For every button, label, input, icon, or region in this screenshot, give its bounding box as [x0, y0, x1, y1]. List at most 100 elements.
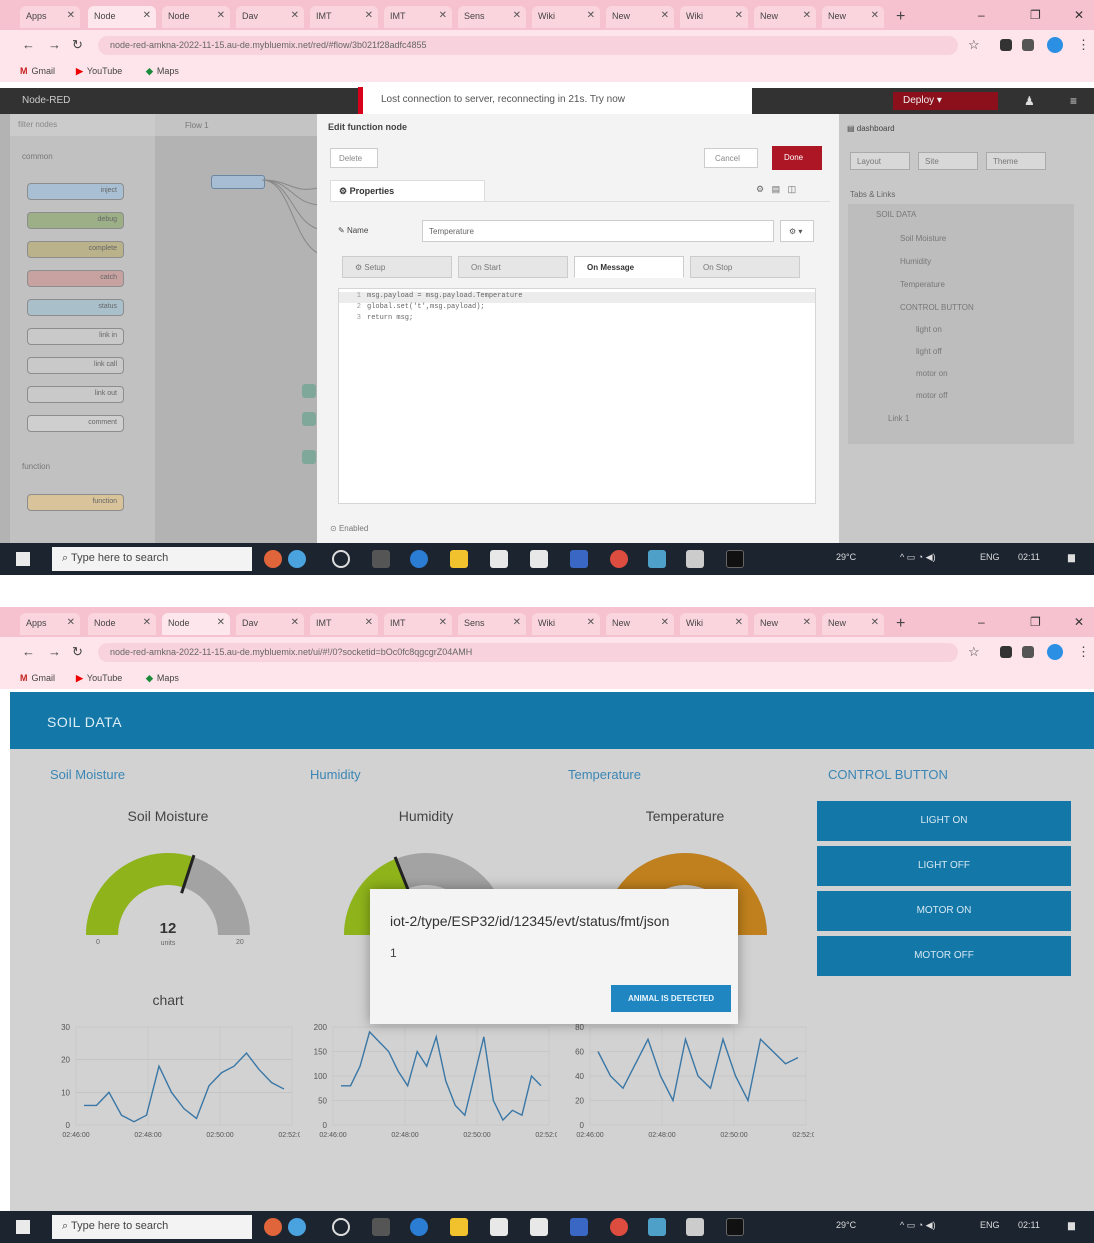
browser-tab[interactable]: New ✕	[822, 6, 884, 28]
close-icon[interactable]: ✕	[291, 10, 299, 21]
maximize-button[interactable]: ❐	[1030, 8, 1041, 22]
tab-layout[interactable]: Layout	[850, 152, 910, 170]
close-icon[interactable]: ✕	[661, 617, 669, 628]
weather-widget-icon[interactable]	[264, 550, 282, 568]
browser-tab[interactable]: IMT ✕	[384, 6, 452, 28]
sidepanel-icon[interactable]	[1022, 646, 1034, 658]
mail-icon[interactable]	[530, 1218, 548, 1236]
browser-tab[interactable]: IMT ✕	[384, 613, 452, 635]
tray-tab-icons[interactable]: ⚙ ▤ ◫	[756, 184, 796, 195]
avatar[interactable]	[1047, 644, 1063, 660]
palette-node-link-call[interactable]: link call	[27, 357, 124, 374]
bookmark-youtube[interactable]: ▶ YouTube	[76, 673, 122, 684]
palette-node-status[interactable]: status	[27, 299, 124, 316]
back-icon[interactable]: ←	[22, 644, 35, 659]
close-icon[interactable]: ✕	[735, 10, 743, 21]
tray-clock[interactable]: 02:11	[1018, 552, 1040, 562]
app-icon[interactable]	[648, 550, 666, 568]
menu-icon[interactable]: ⋮	[1077, 644, 1090, 660]
browser-tab[interactable]: Node ✕	[162, 6, 230, 28]
close-icon[interactable]: ✕	[513, 10, 521, 21]
close-icon[interactable]: ✕	[803, 10, 811, 21]
close-icon[interactable]: ✕	[439, 10, 447, 21]
bookmark-maps[interactable]: ◆ Maps	[146, 66, 179, 77]
browser-tab[interactable]: Node ✕	[88, 613, 156, 635]
close-icon[interactable]: ✕	[513, 617, 521, 628]
close-icon[interactable]: ✕	[217, 617, 225, 628]
close-icon[interactable]: ✕	[143, 617, 151, 628]
tree-item-group[interactable]: Temperature	[900, 280, 945, 289]
browser-tab[interactable]: Node ✕	[162, 613, 230, 635]
bookmark-gmail[interactable]: M Gmail	[20, 66, 55, 76]
cortana-icon[interactable]	[332, 550, 350, 568]
browser-tab[interactable]: IMT ✕	[310, 6, 378, 28]
delete-button[interactable]: Delete	[330, 148, 378, 168]
close-window-button[interactable]: ✕	[1074, 615, 1084, 629]
user-icon[interactable]: ♟	[1024, 94, 1035, 108]
weather-widget-icon[interactable]	[288, 1218, 306, 1236]
chrome-icon[interactable]	[610, 1218, 628, 1236]
close-icon[interactable]: ✕	[587, 10, 595, 21]
bookmark-maps[interactable]: ◆ Maps	[146, 673, 179, 684]
tray-weather[interactable]: 29°C	[836, 552, 856, 562]
tray-weather[interactable]: 29°C	[836, 1220, 856, 1230]
task-view-icon[interactable]	[372, 550, 390, 568]
browser-tab[interactable]: Wiki ✕	[680, 6, 748, 28]
taskbar-search-input[interactable]: ⌕ Type here to search	[52, 547, 252, 571]
light-off-button[interactable]: LIGHT OFF	[817, 846, 1071, 886]
app-icon[interactable]	[570, 550, 588, 568]
tray-clock[interactable]: 02:11	[1018, 1220, 1040, 1230]
file-explorer-icon[interactable]	[450, 550, 468, 568]
app-icon[interactable]	[686, 550, 704, 568]
done-button[interactable]: Done	[772, 146, 822, 170]
close-icon[interactable]: ✕	[217, 10, 225, 21]
back-icon[interactable]: ←	[22, 37, 35, 52]
minimize-button[interactable]: –	[978, 615, 985, 629]
tree-item-widget[interactable]: motor on	[916, 369, 948, 378]
workspace-tab-flow1[interactable]: Flow 1	[155, 114, 317, 136]
palette-node-debug[interactable]: debug	[27, 212, 124, 229]
forward-icon[interactable]: →	[48, 644, 61, 659]
name-input[interactable]: Temperature	[422, 220, 774, 242]
browser-tab[interactable]: Wiki ✕	[532, 6, 600, 28]
browser-tab[interactable]: Apps ✕	[20, 6, 80, 28]
tab-on-start[interactable]: On Start	[458, 256, 568, 278]
palette-category-common[interactable]: common	[22, 152, 53, 161]
motor-off-button[interactable]: MOTOR OFF	[817, 936, 1071, 976]
palette-node-link-out[interactable]: link out	[27, 386, 124, 403]
motor-on-button[interactable]: MOTOR ON	[817, 891, 1071, 931]
tab-site[interactable]: Site	[918, 152, 978, 170]
tab-on-stop[interactable]: On Stop	[690, 256, 800, 278]
edge-icon[interactable]	[410, 1218, 428, 1236]
browser-tab[interactable]: Sens ✕	[458, 6, 526, 28]
chrome-icon[interactable]	[610, 550, 628, 568]
reload-icon[interactable]: ↻	[72, 644, 83, 660]
close-icon[interactable]: ✕	[291, 617, 299, 628]
app-icon[interactable]	[648, 1218, 666, 1236]
bookmark-youtube[interactable]: ▶ YouTube	[76, 66, 122, 77]
browser-tab[interactable]: Wiki ✕	[680, 613, 748, 635]
flow-node[interactable]	[302, 450, 316, 464]
terminal-icon[interactable]	[726, 1218, 744, 1236]
icon-select-button[interactable]: ⚙ ▾	[780, 220, 814, 242]
extension-icon[interactable]	[1000, 39, 1012, 51]
hamburger-menu-icon[interactable]: ≡	[1070, 94, 1077, 108]
close-icon[interactable]: ✕	[439, 617, 447, 628]
close-icon[interactable]: ✕	[67, 10, 75, 21]
extension-icon[interactable]	[1000, 646, 1012, 658]
terminal-icon[interactable]	[726, 550, 744, 568]
windows-start-icon[interactable]	[16, 552, 30, 566]
browser-tab[interactable]: IMT ✕	[310, 613, 378, 635]
cancel-button[interactable]: Cancel	[704, 148, 758, 168]
tray-icons[interactable]: ^ ▭ ◔ ◀)	[900, 1220, 936, 1231]
palette-node-link-in[interactable]: link in	[27, 328, 124, 345]
browser-tab[interactable]: Apps ✕	[20, 613, 80, 635]
deploy-button[interactable]: Deploy ▾	[893, 92, 998, 110]
task-view-icon[interactable]	[372, 1218, 390, 1236]
avatar[interactable]	[1047, 37, 1063, 53]
edge-icon[interactable]	[410, 550, 428, 568]
tray-language[interactable]: ENG	[980, 552, 1000, 562]
browser-tab[interactable]: New ✕	[754, 6, 816, 28]
flow-node[interactable]	[211, 175, 265, 189]
close-icon[interactable]: ✕	[871, 617, 879, 628]
